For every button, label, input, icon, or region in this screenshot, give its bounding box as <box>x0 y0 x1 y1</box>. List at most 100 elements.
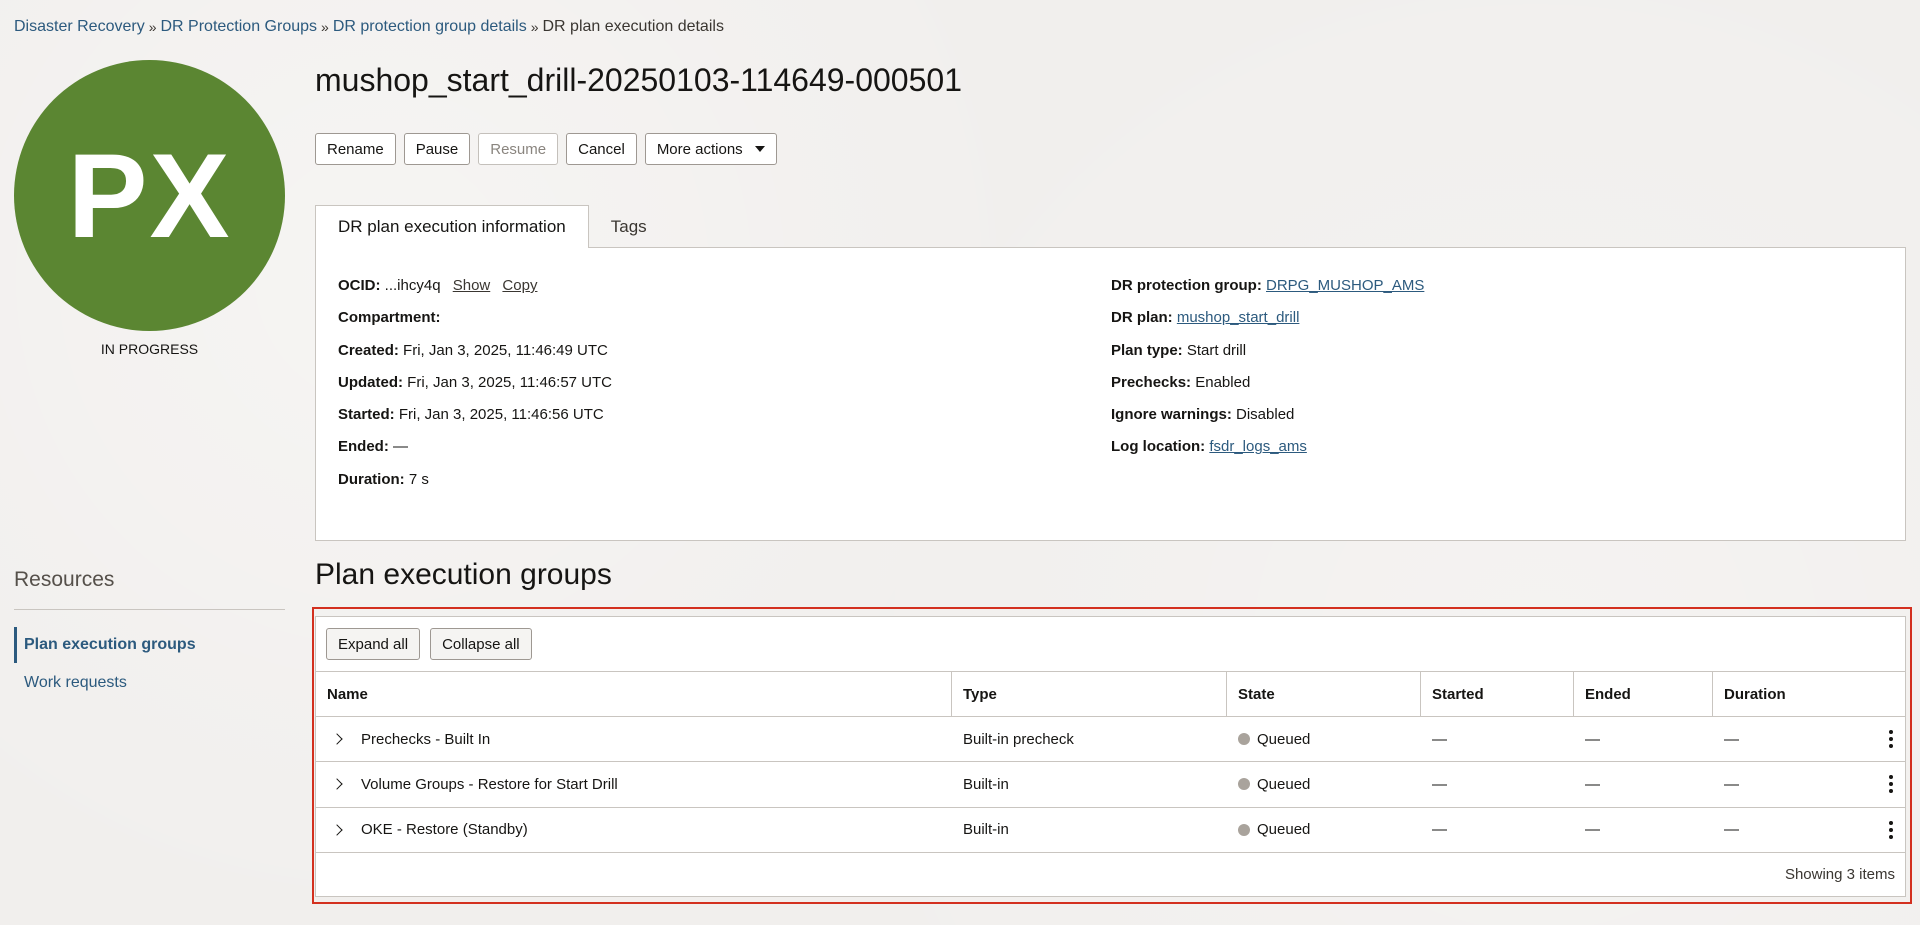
row-name: Volume Groups - Restore for Start Drill <box>361 775 618 793</box>
info-duration: Duration: 7 s <box>338 470 612 502</box>
chevron-right-icon[interactable] <box>331 824 343 836</box>
row-name: Prechecks - Built In <box>361 730 491 748</box>
row-duration: — <box>1724 730 1739 748</box>
info-prechecks: Prechecks: Enabled <box>1111 373 1424 405</box>
kebab-menu-icon[interactable] <box>1889 775 1893 794</box>
resources-title: Resources <box>14 568 115 591</box>
expand-all-button[interactable]: Expand all <box>326 628 421 660</box>
pause-button[interactable]: Pause <box>403 133 471 165</box>
ignore-warnings-value: Disabled <box>1236 406 1295 424</box>
more-actions-label: More actions <box>656 140 743 158</box>
duration-label: Duration: <box>338 470 405 488</box>
ocid-show-link[interactable]: Show <box>453 277 491 294</box>
resource-item-work-requests[interactable]: Work requests <box>14 674 285 692</box>
column-header-type[interactable]: Type <box>952 672 1227 716</box>
status-dot-icon <box>1238 778 1250 791</box>
caret-down-icon <box>754 146 765 152</box>
dr-plan-link[interactable]: mushop_start_drill <box>1177 309 1300 326</box>
compartment-label: Compartment: <box>338 309 441 327</box>
ended-value: — <box>393 438 409 456</box>
info-log-location: Log location: fsdr_logs_ams <box>1111 437 1424 469</box>
status-dot-icon <box>1238 733 1250 746</box>
table-footer: Showing 3 items <box>316 853 1905 897</box>
chevron-right-icon[interactable] <box>331 778 343 791</box>
tab-tags[interactable]: Tags <box>589 206 669 248</box>
duration-value: 7 s <box>408 470 429 488</box>
row-type: Built-in <box>963 775 1009 793</box>
row-state: Queued <box>1257 775 1311 793</box>
row-name: OKE - Restore (Standby) <box>361 821 528 839</box>
protection-group-link[interactable]: DRPG_MUSHOP_AMS <box>1266 277 1424 294</box>
breadcrumb-separator: » <box>321 19 329 35</box>
section-title-plan-execution-groups: Plan execution groups <box>315 558 612 591</box>
breadcrumb-dr-protection-group-details[interactable]: DR protection group details <box>333 18 527 36</box>
row-state-cell: Queued <box>1227 762 1421 806</box>
info-right-column: DR protection group: DRPG_MUSHOP_AMS DR … <box>1111 276 1424 470</box>
resource-item-plan-execution-groups[interactable]: Plan execution groups <box>14 627 285 663</box>
tab-dr-plan-execution-information[interactable]: DR plan execution information <box>315 205 589 248</box>
status-dot-icon <box>1238 823 1250 836</box>
breadcrumb-current: DR plan execution details <box>542 18 724 35</box>
tab-bar: DR plan execution information Tags <box>315 205 669 248</box>
breadcrumb-disaster-recovery[interactable]: Disaster Recovery <box>14 18 145 36</box>
breadcrumb-dr-protection-groups[interactable]: DR Protection Groups <box>161 18 318 36</box>
row-started: — <box>1432 821 1447 839</box>
column-header-started[interactable]: Started <box>1421 672 1574 716</box>
ocid-copy-link[interactable]: Copy <box>502 277 537 294</box>
column-header-name[interactable]: Name <box>316 672 952 716</box>
plan-execution-groups-table: Expand all Collapse all Name Type State … <box>315 616 1906 897</box>
row-state: Queued <box>1257 730 1311 748</box>
column-header-duration[interactable]: Duration <box>1713 672 1905 716</box>
item-count: Showing 3 items <box>1784 866 1895 884</box>
status-label: IN PROGRESS <box>100 341 199 357</box>
info-left-column: OCID: ...ihcy4q Show Copy Compartment: C… <box>338 276 612 502</box>
resources-divider <box>14 609 285 610</box>
rename-button[interactable]: Rename <box>315 133 396 165</box>
log-location-label: Log location: <box>1111 438 1206 456</box>
page-title: mushop_start_drill-20250103-114649-00050… <box>315 62 962 98</box>
info-panel: OCID: ...ihcy4q Show Copy Compartment: C… <box>315 247 1906 541</box>
row-ended: — <box>1585 730 1600 748</box>
row-state-cell: Queued <box>1227 808 1421 852</box>
row-name-cell: Volume Groups - Restore for Start Drill <box>316 762 952 806</box>
column-header-state[interactable]: State <box>1227 672 1421 716</box>
updated-value: Fri, Jan 3, 2025, 11:46:57 UTC <box>407 373 613 391</box>
breadcrumb-separator: » <box>148 19 157 35</box>
started-label: Started: <box>338 406 395 424</box>
row-duration: — <box>1724 775 1739 793</box>
plan-type-label: Plan type: <box>1111 341 1183 359</box>
info-ocid: OCID: ...ihcy4q Show Copy <box>338 276 612 308</box>
protection-group-label: DR protection group: <box>1111 277 1262 294</box>
collapse-all-button[interactable]: Collapse all <box>430 628 532 660</box>
ignore-warnings-label: Ignore warnings: <box>1111 406 1232 424</box>
row-started: — <box>1432 775 1447 793</box>
row-name-cell: Prechecks - Built In <box>316 717 952 761</box>
prechecks-label: Prechecks: <box>1111 373 1192 391</box>
kebab-menu-icon[interactable] <box>1889 730 1893 749</box>
action-bar: Rename Pause Resume Cancel More actions <box>315 133 777 165</box>
started-value: Fri, Jan 3, 2025, 11:46:56 UTC <box>398 406 604 424</box>
breadcrumb-separator: » <box>530 19 539 35</box>
ocid-value: ...ihcy4q <box>384 277 441 294</box>
kebab-menu-icon[interactable] <box>1889 820 1893 839</box>
cancel-button[interactable]: Cancel <box>566 133 637 165</box>
table-row: OKE - Restore (Standby) Built-in Queued … <box>316 808 1905 853</box>
row-name-cell: OKE - Restore (Standby) <box>316 808 952 852</box>
row-ended: — <box>1585 775 1600 793</box>
dr-plan-label: DR plan: <box>1111 309 1173 327</box>
row-type: Built-in <box>963 821 1009 839</box>
table-toolbar: Expand all Collapse all <box>316 617 1905 672</box>
chevron-right-icon[interactable] <box>331 733 343 745</box>
info-created: Created: Fri, Jan 3, 2025, 11:46:49 UTC <box>338 341 612 373</box>
created-value: Fri, Jan 3, 2025, 11:46:49 UTC <box>403 341 608 359</box>
info-ignore-warnings: Ignore warnings: Disabled <box>1111 405 1424 437</box>
log-location-link[interactable]: fsdr_logs_ams <box>1209 438 1307 455</box>
more-actions-button[interactable]: More actions <box>644 133 777 165</box>
row-state-cell: Queued <box>1227 717 1421 761</box>
info-ended: Ended: — <box>338 437 612 469</box>
info-protection-group: DR protection group: DRPG_MUSHOP_AMS <box>1111 276 1424 308</box>
column-header-ended[interactable]: Ended <box>1574 672 1713 716</box>
updated-label: Updated: <box>338 373 403 391</box>
row-type: Built-in precheck <box>963 730 1074 748</box>
resume-button[interactable]: Resume <box>478 133 559 165</box>
